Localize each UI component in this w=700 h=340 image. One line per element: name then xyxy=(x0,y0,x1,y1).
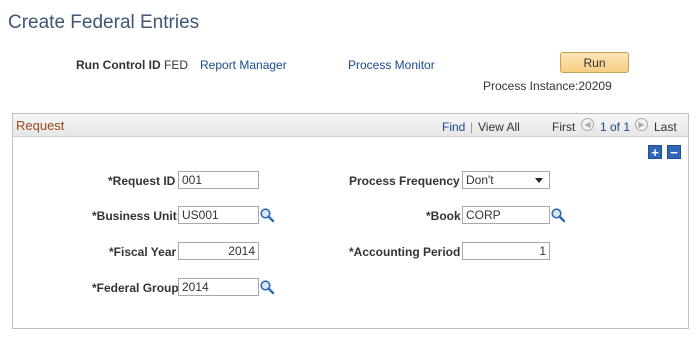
report-manager-link[interactable]: Report Manager xyxy=(200,58,287,72)
run-control-label: Run Control ID xyxy=(76,58,161,72)
run-control-value: FED xyxy=(164,58,188,72)
book-label: *Book xyxy=(426,209,461,223)
business-unit-field[interactable]: US001 xyxy=(178,206,259,224)
chevron-down-icon xyxy=(535,177,543,183)
request-id-label: *Request ID xyxy=(108,174,176,188)
add-row-icon[interactable]: + xyxy=(648,145,662,159)
book-lookup-icon[interactable] xyxy=(550,207,566,223)
run-button[interactable]: Run xyxy=(560,52,629,73)
federal-group-field[interactable]: 2014 xyxy=(178,278,259,296)
book-field[interactable]: CORP xyxy=(462,206,550,224)
process-frequency-select[interactable]: Don't xyxy=(462,171,550,189)
federal-group-label: *Federal Group xyxy=(92,281,179,295)
delete-row-icon[interactable]: − xyxy=(667,145,681,159)
federal-group-lookup-icon[interactable] xyxy=(259,279,275,295)
prev-arrow-icon[interactable]: ◀ xyxy=(581,118,594,131)
find-link[interactable]: Find xyxy=(442,120,465,134)
process-frequency-label: Process Frequency xyxy=(349,174,460,188)
accounting-period-label: *Accounting Period xyxy=(349,245,461,259)
nav-separator: | xyxy=(470,120,474,134)
fiscal-year-label: *Fiscal Year xyxy=(109,245,177,259)
view-all-link[interactable]: View All xyxy=(478,120,520,134)
process-instance: Process Instance:20209 xyxy=(483,79,612,93)
business-unit-lookup-icon[interactable] xyxy=(259,207,275,223)
first-label: First xyxy=(552,120,576,134)
process-monitor-link[interactable]: Process Monitor xyxy=(348,58,435,72)
last-label: Last xyxy=(654,120,677,134)
process-frequency-value: Don't xyxy=(466,173,494,187)
request-group-title: Request xyxy=(16,118,65,133)
accounting-period-field[interactable]: 1 xyxy=(462,242,550,260)
fiscal-year-field[interactable]: 2014 xyxy=(178,242,259,260)
row-range: 1 of 1 xyxy=(600,120,631,134)
business-unit-label: *Business Unit xyxy=(92,209,177,223)
page-title: Create Federal Entries xyxy=(8,12,200,33)
request-id-field[interactable]: 001 xyxy=(178,171,259,189)
next-arrow-icon[interactable]: ▶ xyxy=(635,118,648,131)
